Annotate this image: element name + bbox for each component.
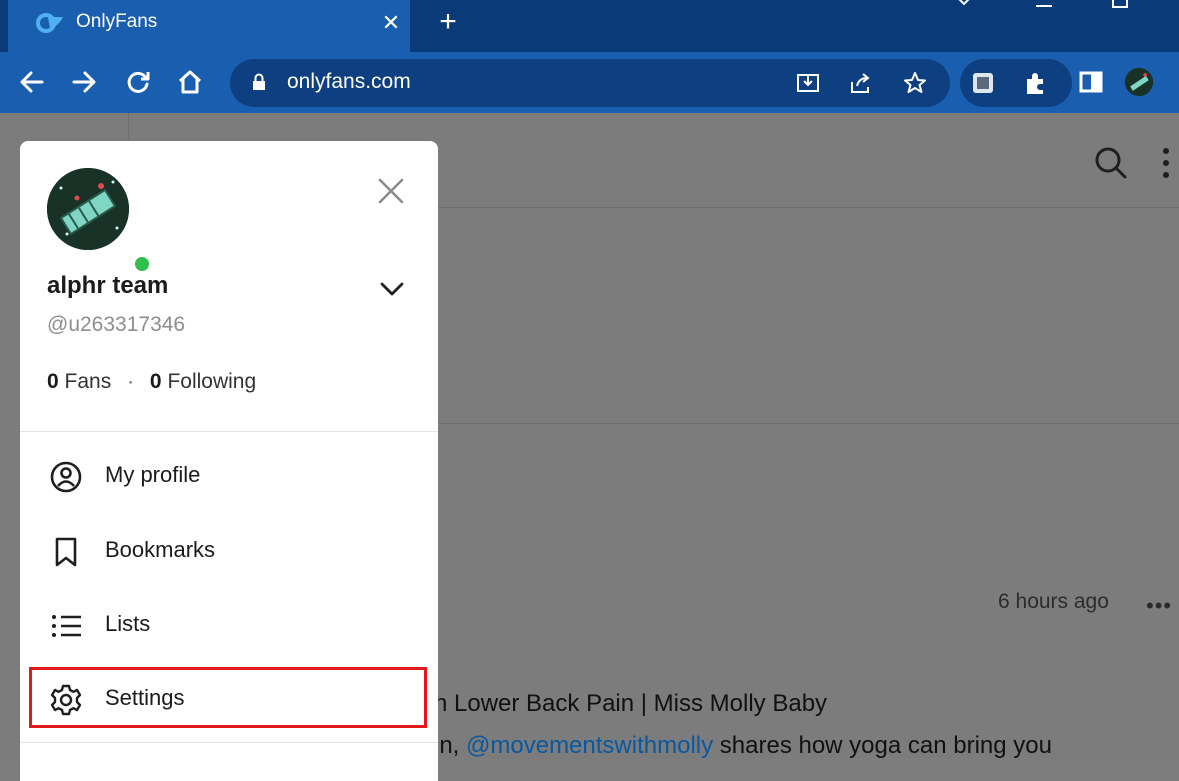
user-name: alphr team [47, 272, 169, 299]
following-count: 0 [149, 370, 162, 393]
post-title: h Lower Back Pain | Miss Molly Baby [434, 690, 828, 717]
menu-item-label: My profile [105, 462, 201, 487]
bookmark-icon [55, 537, 77, 567]
profile-avatar-button[interactable] [1124, 64, 1154, 100]
online-status-dot [133, 255, 151, 273]
follower-stats: 0 Fans · 0 Following [47, 370, 256, 394]
more-vertical-icon[interactable] [1160, 146, 1172, 180]
tab-search-icon[interactable] [944, 0, 984, 18]
close-icon[interactable] [374, 174, 408, 208]
post-body: in, @movementswithmolly shares how yoga … [434, 732, 1052, 760]
post-mention-link[interactable]: @movementswithmolly [466, 732, 713, 759]
settings-highlight-box [29, 667, 427, 728]
account-side-menu: alphr team @u263317346 0 Fans · 0 Follow… [20, 141, 438, 781]
profile-avatar-icon [1124, 67, 1154, 97]
restore-icon[interactable] [1100, 0, 1140, 18]
back-button[interactable] [14, 64, 50, 100]
extensions-puzzle-icon[interactable] [1022, 70, 1048, 96]
browser-tab[interactable]: OnlyFans ✕ [8, 0, 410, 52]
menu-item-label: Lists [105, 611, 151, 636]
menu-item-my-profile[interactable]: My profile [20, 445, 438, 505]
following-label[interactable]: Following [167, 370, 256, 393]
list-icon [52, 615, 81, 637]
post-body-prefix: in, [434, 732, 467, 759]
reload-button[interactable] [120, 64, 156, 100]
menu-item-lists[interactable]: Lists [20, 594, 438, 654]
user-handle: @u263317346 [47, 313, 186, 336]
menu-item-label: Bookmarks [105, 537, 216, 562]
avatar [47, 168, 129, 250]
post-timestamp: 6 hours ago [998, 590, 1109, 613]
fans-label[interactable]: Fans [65, 370, 112, 393]
forward-button[interactable] [66, 64, 102, 100]
extensions-area [960, 59, 1072, 107]
reload-icon [127, 71, 150, 93]
forward-arrow-icon [72, 71, 96, 93]
user-circle-icon [50, 461, 82, 493]
divider [20, 431, 438, 432]
post-body-suffix: shares how yoga can bring you [713, 732, 1052, 759]
new-tab-button[interactable]: + [430, 4, 466, 40]
post-more-icon[interactable]: ••• [1146, 593, 1172, 619]
screenshot-extension-icon[interactable] [970, 70, 996, 96]
user-avatar[interactable] [47, 168, 151, 273]
separator-dot: · [127, 370, 135, 393]
share-icon[interactable] [848, 70, 874, 96]
tab-title: OnlyFans [76, 11, 158, 32]
search-icon[interactable] [1094, 146, 1128, 180]
home-icon [178, 70, 202, 94]
address-bar[interactable]: onlyfans.com [230, 59, 950, 107]
chevron-down-icon[interactable] [378, 279, 406, 299]
menu-item-bookmarks[interactable]: Bookmarks [20, 520, 438, 580]
install-app-icon[interactable] [795, 70, 821, 96]
onlyfans-favicon-icon [36, 13, 63, 33]
side-panel-button[interactable] [1076, 64, 1106, 100]
home-button[interactable] [172, 64, 208, 100]
bookmark-star-icon[interactable] [902, 70, 928, 96]
telescope-avatar-icon [47, 168, 129, 250]
url-text: onlyfans.com [287, 70, 411, 93]
browser-tab-strip: OnlyFans ✕ + [0, 0, 1179, 52]
browser-toolbar: onlyfans.com [0, 52, 1179, 113]
lock-icon [253, 73, 265, 90]
back-arrow-icon [20, 71, 44, 93]
tab-close-button[interactable]: ✕ [374, 6, 408, 40]
fans-count: 0 [47, 370, 59, 393]
minimize-icon[interactable] [1024, 0, 1064, 18]
divider [20, 742, 438, 743]
side-panel-icon [1079, 71, 1103, 93]
